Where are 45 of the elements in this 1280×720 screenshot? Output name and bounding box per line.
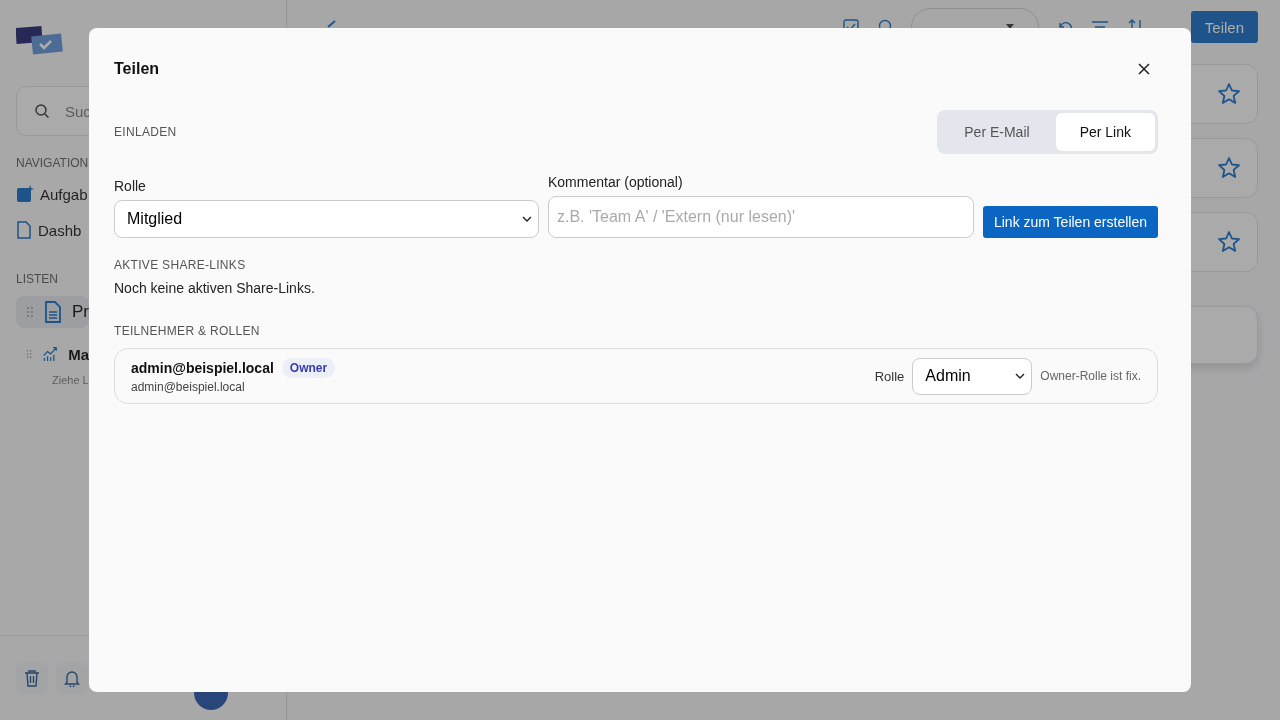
section-heading: AKTIVE SHARE-LINKS <box>114 258 246 272</box>
star-icon[interactable] <box>1217 230 1241 254</box>
section-heading: EINLADEN <box>114 125 177 139</box>
list-item[interactable]: Ma <box>16 338 89 370</box>
hint-text: Ziehe L <box>52 374 89 386</box>
dialog-title: Teilen <box>114 60 160 78</box>
participant-name: admin@beispiel.local <box>131 360 274 376</box>
mode-tab[interactable]: Per E-Mail <box>940 113 1054 151</box>
role-note: Owner-Rolle ist fix. <box>1040 369 1141 383</box>
chevron-icon <box>522 216 532 222</box>
logo-icon <box>16 23 64 57</box>
create-link-button[interactable]: Link zum Teilen erstellen <box>982 206 1158 238</box>
comment-field[interactable]: z.B. 'Team A' / 'Extern (nur lesen)' <box>548 196 974 238</box>
field-label: Rolle <box>114 178 147 194</box>
trash-icon <box>24 669 40 687</box>
participant-email: admin@beispiel.local <box>131 380 246 394</box>
search-icon <box>34 103 50 119</box>
field-label: Kommentar (optional) <box>548 174 684 190</box>
nav-item[interactable]: Dashb <box>16 218 82 242</box>
bell-icon <box>64 669 80 687</box>
document-icon <box>16 221 32 239</box>
chevron-icon <box>1015 373 1026 379</box>
empty-message: Noch keine aktiven Share-Links. <box>114 280 315 296</box>
trash-button[interactable] <box>16 662 48 694</box>
star-icon[interactable] <box>1217 156 1241 180</box>
chart-icon <box>42 344 59 364</box>
caret-icon <box>1005 24 1014 30</box>
section-heading: LISTEN <box>16 272 58 286</box>
section-heading: NAVIGATION <box>16 156 89 170</box>
document-icon <box>44 301 62 323</box>
close-icon[interactable] <box>1138 63 1150 75</box>
mode-tab[interactable]: Per Link <box>1055 113 1155 151</box>
role-select[interactable]: Admin <box>912 357 1033 395</box>
section-heading: TEILNEHMER & ROLLEN <box>114 324 260 338</box>
role-label: Rolle <box>874 368 905 384</box>
role-badge: Owner <box>281 358 336 378</box>
share-button[interactable]: Teilen <box>1190 11 1258 43</box>
notifications-button[interactable] <box>56 662 88 694</box>
drag-handle-icon <box>26 348 33 360</box>
tasks-icon <box>16 185 34 203</box>
role-select[interactable]: Mitglied <box>114 200 539 238</box>
star-icon[interactable] <box>1217 82 1241 106</box>
list-item[interactable]: Pr <box>16 296 89 328</box>
drag-handle-icon <box>26 306 34 318</box>
nav-item[interactable]: Aufgab <box>16 182 88 206</box>
